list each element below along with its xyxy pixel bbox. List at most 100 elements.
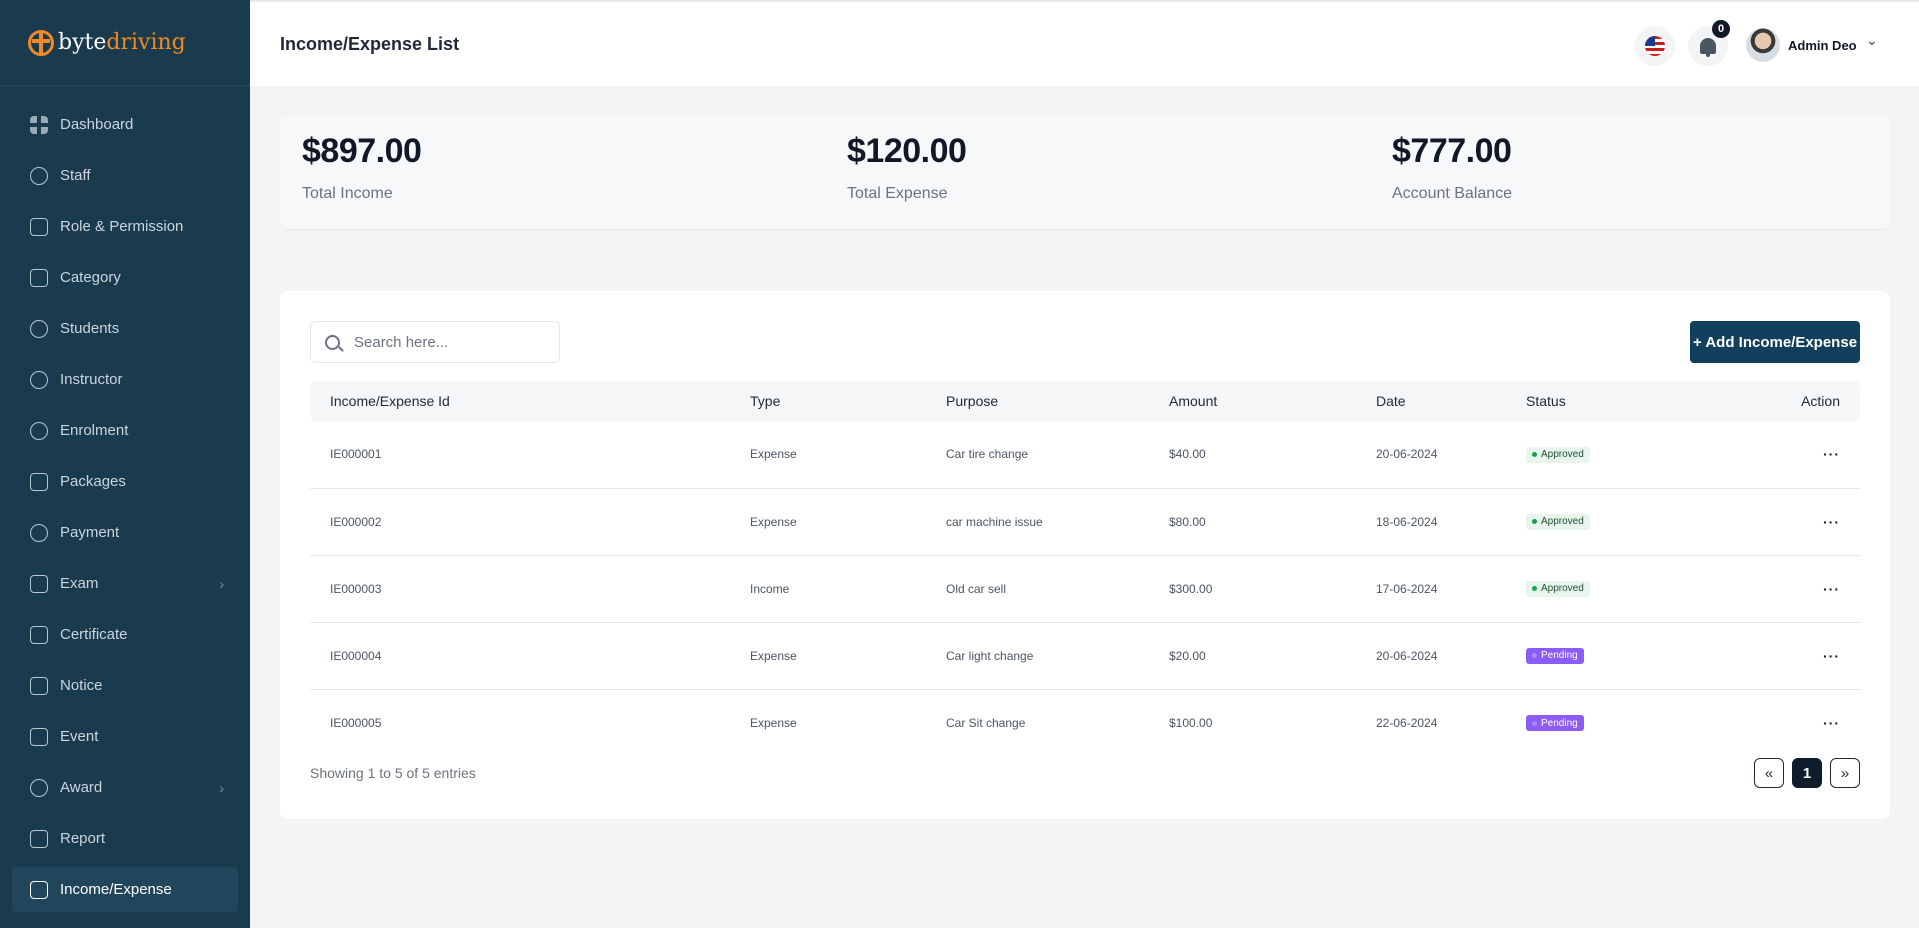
- cell-purpose: Car light change: [926, 622, 1149, 690]
- award-icon: [30, 778, 48, 797]
- table-row[interactable]: IE000005 Expense Car Sit change $100.00 …: [310, 689, 1860, 756]
- sidebar-item-role-permission[interactable]: Role & Permission: [12, 204, 238, 249]
- enrolment-icon: [30, 421, 48, 440]
- cell-status: Approved: [1506, 555, 1706, 623]
- add-income-expense-button[interactable]: + Add Income/Expense: [1690, 321, 1860, 363]
- cell-id: IE000002: [310, 488, 730, 556]
- cell-date: 18-06-2024: [1356, 488, 1506, 556]
- sidebar-item-dashboard[interactable]: Dashboard: [12, 102, 238, 147]
- more-actions-icon[interactable]: ···: [1823, 648, 1840, 664]
- chevron-right-icon: ›: [219, 779, 224, 796]
- cell-purpose: Car tire change: [926, 421, 1149, 489]
- status-dot-icon: [1532, 519, 1537, 525]
- pagination-next-button[interactable]: »: [1830, 758, 1860, 788]
- cell-status: Pending: [1506, 622, 1706, 690]
- language-button[interactable]: [1635, 26, 1675, 66]
- cell-type: Income: [730, 555, 926, 623]
- column-header-status[interactable]: Status: [1506, 381, 1706, 421]
- sidebar-item-instructor[interactable]: Instructor: [12, 357, 238, 402]
- status-badge: Pending: [1526, 647, 1584, 664]
- sidebar-item-notice[interactable]: Notice: [12, 663, 238, 708]
- sidebar-item-exam[interactable]: Exam ›: [12, 561, 238, 606]
- user-icon: [30, 370, 48, 389]
- more-actions-icon[interactable]: ···: [1823, 446, 1840, 462]
- column-header-date[interactable]: Date: [1356, 381, 1506, 421]
- chevron-right-icon: ›: [219, 575, 224, 592]
- status-badge: Approved: [1526, 446, 1590, 463]
- sidebar-item-label: Certificate: [60, 626, 128, 643]
- pagination-page-button[interactable]: 1: [1792, 758, 1822, 788]
- brand-logo[interactable]: byte driving: [0, 0, 250, 86]
- status-text: Approved: [1541, 516, 1584, 528]
- table-row[interactable]: IE000001 Expense Car tire change $40.00 …: [310, 421, 1860, 489]
- cell-status: Pending: [1506, 689, 1706, 756]
- users-icon: [30, 166, 48, 185]
- pagination-prev-button[interactable]: «: [1754, 758, 1784, 788]
- sidebar-item-label: Notice: [60, 677, 103, 694]
- cell-action: ···: [1706, 421, 1860, 489]
- sidebar-item-report[interactable]: Report: [12, 816, 238, 861]
- notice-icon: [30, 676, 48, 695]
- avatar[interactable]: [1746, 28, 1780, 62]
- column-header-type[interactable]: Type: [730, 381, 926, 421]
- sidebar-item-category[interactable]: Category: [12, 255, 238, 300]
- column-header-id[interactable]: Income/Expense Id: [310, 381, 730, 421]
- status-text: Pending: [1541, 717, 1578, 729]
- dashboard-icon: [30, 115, 48, 134]
- cell-action: ···: [1706, 488, 1860, 556]
- sidebar-item-staff[interactable]: Staff: [12, 153, 238, 198]
- user-name[interactable]: Admin Deo: [1788, 38, 1857, 53]
- sidebar-item-event[interactable]: Event: [12, 714, 238, 759]
- column-header-purpose[interactable]: Purpose: [926, 381, 1149, 421]
- stat-account-balance: $777.00 Account Balance: [1392, 132, 1512, 203]
- stat-value: $777.00: [1392, 132, 1512, 170]
- sidebar-item-label: Staff: [60, 167, 91, 184]
- cell-amount: $80.00: [1149, 488, 1356, 556]
- sidebar-item-award[interactable]: Award ›: [12, 765, 238, 810]
- more-actions-icon[interactable]: ···: [1823, 715, 1840, 731]
- sidebar-item-label: Report: [60, 830, 106, 847]
- search-input[interactable]: [354, 333, 544, 351]
- stat-total-income: $897.00 Total Income: [302, 132, 422, 203]
- brand-name-part2: driving: [106, 30, 186, 55]
- cell-amount: $300.00: [1149, 555, 1356, 623]
- entries-info: Showing 1 to 5 of 5 entries: [310, 765, 476, 781]
- sidebar-item-students[interactable]: Students: [12, 306, 238, 351]
- chevron-down-icon[interactable]: ⌄: [1866, 32, 1878, 49]
- sidebar-item-payment[interactable]: Payment: [12, 510, 238, 555]
- sidebar-item-label: Students: [60, 320, 120, 337]
- notification-count-badge: 0: [1712, 20, 1730, 38]
- cell-status: Approved: [1506, 421, 1706, 489]
- exam-icon: [30, 574, 48, 593]
- cell-id: IE000003: [310, 555, 730, 623]
- stat-total-expense: $120.00 Total Expense: [847, 132, 967, 203]
- table-row[interactable]: IE000003 Income Old car sell $300.00 17-…: [310, 555, 1860, 623]
- sidebar-item-label: Enrolment: [60, 422, 129, 439]
- sidebar-item-packages[interactable]: Packages: [12, 459, 238, 504]
- status-badge: Approved: [1526, 580, 1590, 597]
- table-row[interactable]: IE000002 Expense car machine issue $80.0…: [310, 488, 1860, 556]
- sidebar-item-label: Role & Permission: [60, 218, 184, 235]
- sidebar-item-label: Packages: [60, 473, 126, 490]
- more-actions-icon[interactable]: ···: [1823, 514, 1840, 530]
- search-box[interactable]: [310, 321, 560, 363]
- more-actions-icon[interactable]: ···: [1823, 581, 1840, 597]
- report-icon: [30, 829, 48, 848]
- sidebar-item-label: Category: [60, 269, 121, 286]
- sidebar-item-income-expense[interactable]: Income/Expense: [12, 867, 238, 912]
- sidebar-item-certificate[interactable]: Certificate: [12, 612, 238, 657]
- stat-value: $897.00: [302, 132, 422, 170]
- pagination: « 1 »: [1754, 758, 1860, 788]
- cell-amount: $40.00: [1149, 421, 1356, 489]
- table-row[interactable]: IE000004 Expense Car light change $20.00…: [310, 622, 1860, 690]
- us-flag-icon: [1645, 36, 1665, 56]
- sidebar-item-enrolment[interactable]: Enrolment: [12, 408, 238, 453]
- car-icon: [30, 268, 48, 287]
- sidebar-item-label: Payment: [60, 524, 120, 541]
- sidebar: byte driving Dashboard Staff Role & Permi…: [0, 0, 250, 928]
- cell-date: 20-06-2024: [1356, 622, 1506, 690]
- calendar-icon: [30, 727, 48, 746]
- cell-amount: $100.00: [1169, 715, 1213, 730]
- notifications-button[interactable]: 0: [1688, 20, 1730, 66]
- column-header-amount[interactable]: Amount: [1149, 381, 1356, 421]
